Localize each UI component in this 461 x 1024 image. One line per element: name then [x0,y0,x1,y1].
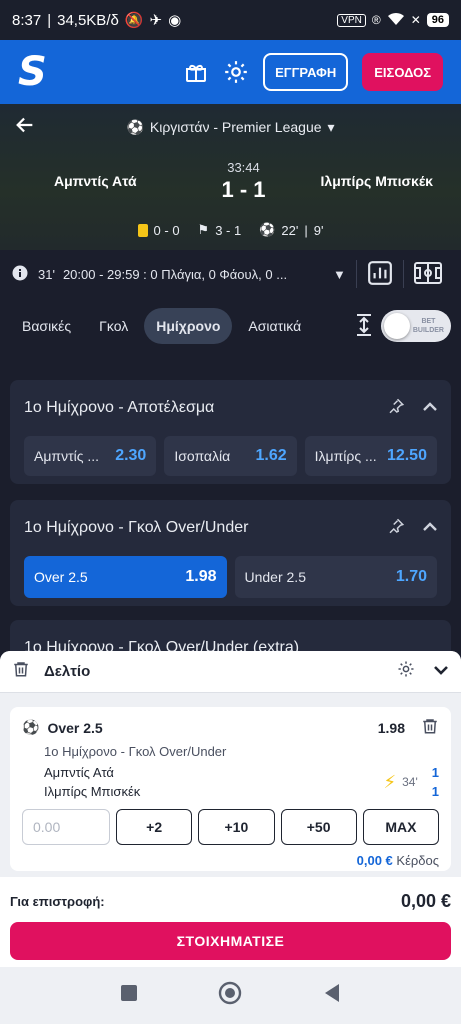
quick-stake-plus-2-button[interactable]: +2 [116,809,193,845]
profit-value: 0,00 € [356,853,393,868]
collapse-all-icon[interactable] [355,313,373,339]
chevron-down-icon: ▾ [327,118,335,135]
other-minute: 9' [313,222,324,238]
bet-selection-card: ⚽ Over 2.5 1.98 1ο Ημίχρονο - Γκολ Over/… [10,707,451,871]
chevron-up-icon[interactable] [423,519,437,537]
odd-button[interactable]: Ισοπαλία 1.62 [164,436,297,476]
event-minute: 31' [38,266,55,282]
event-text: 20:00 - 29:59 : 0 Πλάγια, 0 Φάουλ, 0 ... [62,266,288,282]
system-nav-bar [0,967,461,1024]
bet-builder-toggle[interactable]: BET BUILDER [381,310,451,342]
status-time: 8:37 [12,11,42,29]
market-card: 1ο Ημίχρονο - Αποτέλεσμα Αμπντίς ... 2.30… [10,380,451,484]
tab-goals[interactable]: Γκολ [87,308,140,344]
quick-stake-plus-10-button[interactable]: +10 [198,809,275,845]
selection-odds: 1.98 [377,719,405,736]
tab-asian[interactable]: Ασιατικά [236,308,302,344]
odd-button-selected[interactable]: Over 2.5 1.98 [24,556,227,598]
market-title: 1ο Ημίχρονο - Γκολ Over/Under [24,519,249,536]
league-name: Κιργιστάν - Premier League [149,119,322,135]
football-icon: ⚽ [22,719,40,735]
odd-button[interactable]: Ιλμπίρς ... 12.50 [304,436,437,476]
return-label: Για επιστροφή: [10,893,105,909]
login-button[interactable]: ΕΙΣΟΔΟΣ [362,53,443,91]
live-home-score: 1 [431,765,439,780]
chevron-up-icon[interactable] [423,399,437,417]
selection-market: 1ο Ημίχρονο - Γκολ Over/Under [44,744,227,759]
selection-home-team: Αμπντίς Ατά [44,765,114,780]
markets-list: 1ο Ημίχρονο - Αποτέλεσμα Αμπντίς ... 2.30… [0,354,461,654]
league-selector[interactable]: ⚽ Κιργιστάν - Premier League ▾ [36,119,425,136]
yellow-card-icon [137,223,148,237]
lightning-icon: ⚡ [383,771,397,792]
last-goal-minute: 22' [281,222,299,238]
pin-icon[interactable] [387,397,405,420]
remove-selection-trash-icon[interactable] [421,717,439,738]
selection-away-team: Ιλμπίρς Μπισκέκ [44,784,141,799]
chevron-down-icon[interactable] [433,663,449,681]
match-clock: 33:44 [227,159,260,175]
vpn-badge: VPN [337,13,366,27]
corners-count: 3 - 1 [215,222,242,238]
telegram-icon: ✈ [149,12,163,29]
away-team-name: Ιλμπίρς Μπισκέκ [320,173,433,189]
betslip-title: Δελτίο [44,663,91,680]
market-card: 1ο Ημίχρονο - Γκολ Over/Under (extra) [10,620,451,654]
settings-gear-icon[interactable] [397,660,415,683]
recent-apps-icon[interactable] [120,984,138,1007]
goal-ball-icon: ⚽ [259,222,276,237]
status-bar: 8:37 | 34,5KB/δ 🔕 ✈ ◉ VPN ® ✕ 96 [0,0,461,40]
cards-count: 0 - 0 [153,222,180,238]
back-arrow-icon[interactable] [14,114,36,141]
battery-indicator: 96 [426,13,449,27]
brand-logo[interactable]: S [18,52,47,92]
trash-icon[interactable] [12,660,30,683]
corner-flag-icon: ⚑ [197,222,210,237]
field-lineup-icon[interactable] [413,261,442,287]
events-bar[interactable]: 31' 20:00 - 29:59 : 0 Πλάγια, 0 Φάουλ, 0… [0,250,461,298]
back-triangle-icon[interactable] [323,983,341,1008]
quick-stake-plus-50-button[interactable]: +50 [280,809,357,845]
chevron-down-icon[interactable]: ▼ [333,267,346,282]
odd-button[interactable]: Αμπντίς ... 2.30 [24,436,157,476]
football-icon: ⚽ [126,118,144,135]
profit-label: Κέρδος [396,853,439,868]
market-title: 1ο Ημίχρονο - Αποτέλεσμα [24,399,215,416]
live-minute: 34' [402,775,418,789]
gift-icon[interactable] [183,59,209,85]
register-button[interactable]: ΕΓΓΡΑΦΗ [263,53,349,91]
wifi-icon [387,12,405,29]
live-away-score: 1 [431,784,439,799]
info-icon [12,265,28,284]
home-team-name: Αμπντίς Ατά [54,173,137,189]
tab-basic[interactable]: Βασικές [10,308,83,344]
registered-icon: ® [371,13,381,27]
match-scoreboard: ⚽ Κιργιστάν - Premier League ▾ Αμπντίς Α… [0,104,461,250]
market-card: 1ο Ημίχρονο - Γκολ Over/Under Over 2.5 1.… [10,500,451,606]
tab-half-time[interactable]: Ημίχρονο [144,308,233,344]
stake-input[interactable]: 0.00 [22,809,110,845]
selection-name: Over 2.5 [47,719,103,736]
messenger-icon: ◉ [168,12,182,29]
odd-button[interactable]: Under 2.5 1.70 [234,556,437,598]
mute-icon: 🔕 [124,12,144,29]
network-speed: 34,5KB/δ [57,11,119,29]
match-score: 1 - 1 [221,176,266,202]
quick-stake-max-button[interactable]: MAX [362,809,439,845]
settings-gear-icon[interactable] [223,59,249,85]
pin-icon[interactable] [387,517,405,540]
profit-row: 0,00 € Κέρδος [22,853,439,868]
stats-chart-icon[interactable] [367,260,393,289]
return-value: 0,00 € [400,890,451,911]
signal-x-icon: ✕ [410,13,421,27]
home-icon[interactable] [218,981,242,1010]
return-row: Για επιστροφή: 0,00 € [0,884,461,918]
top-nav: S ΕΓΓΡΑΦΗ ΕΙΣΟΔΟΣ [0,40,461,104]
market-tabs: Βασικές Γκολ Ημίχρονο Ασιατικά BET BUILDE… [0,298,461,354]
place-bet-button[interactable]: ΣΤΟΙΧΗΜΑΤΙΣΕ [10,922,451,960]
